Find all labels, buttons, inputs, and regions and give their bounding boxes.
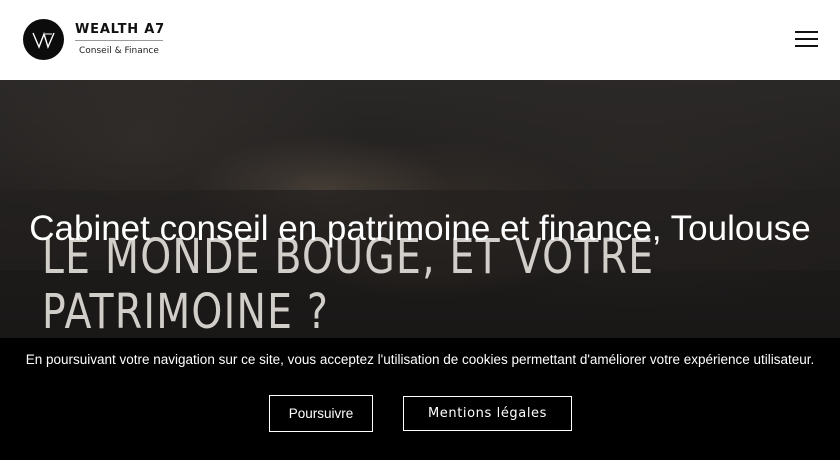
hero-subtitle: Cabinet conseil en patrimoine et finance…	[29, 209, 811, 248]
hero-heading-line: PATRIMOINE ?	[42, 284, 330, 340]
site-header: WEALTH A7 Conseil & Finance	[0, 0, 840, 80]
cookie-banner: En poursuivant votre navigation sur ce s…	[0, 338, 840, 460]
logo-icon[interactable]	[23, 19, 64, 60]
brand-name[interactable]: WEALTH A7	[75, 22, 165, 37]
cookie-accept-button[interactable]: Poursuivre	[269, 395, 373, 432]
legal-notice-button[interactable]: Mentions légales	[403, 396, 572, 431]
menu-bar	[795, 45, 818, 47]
hamburger-menu-icon[interactable]	[792, 28, 820, 50]
brand-tagline: Conseil & Finance	[79, 46, 159, 56]
brand-divider	[75, 40, 163, 41]
menu-bar	[795, 38, 818, 40]
menu-bar	[795, 31, 818, 33]
cookie-message: En poursuivant votre navigation sur ce s…	[25, 352, 815, 367]
